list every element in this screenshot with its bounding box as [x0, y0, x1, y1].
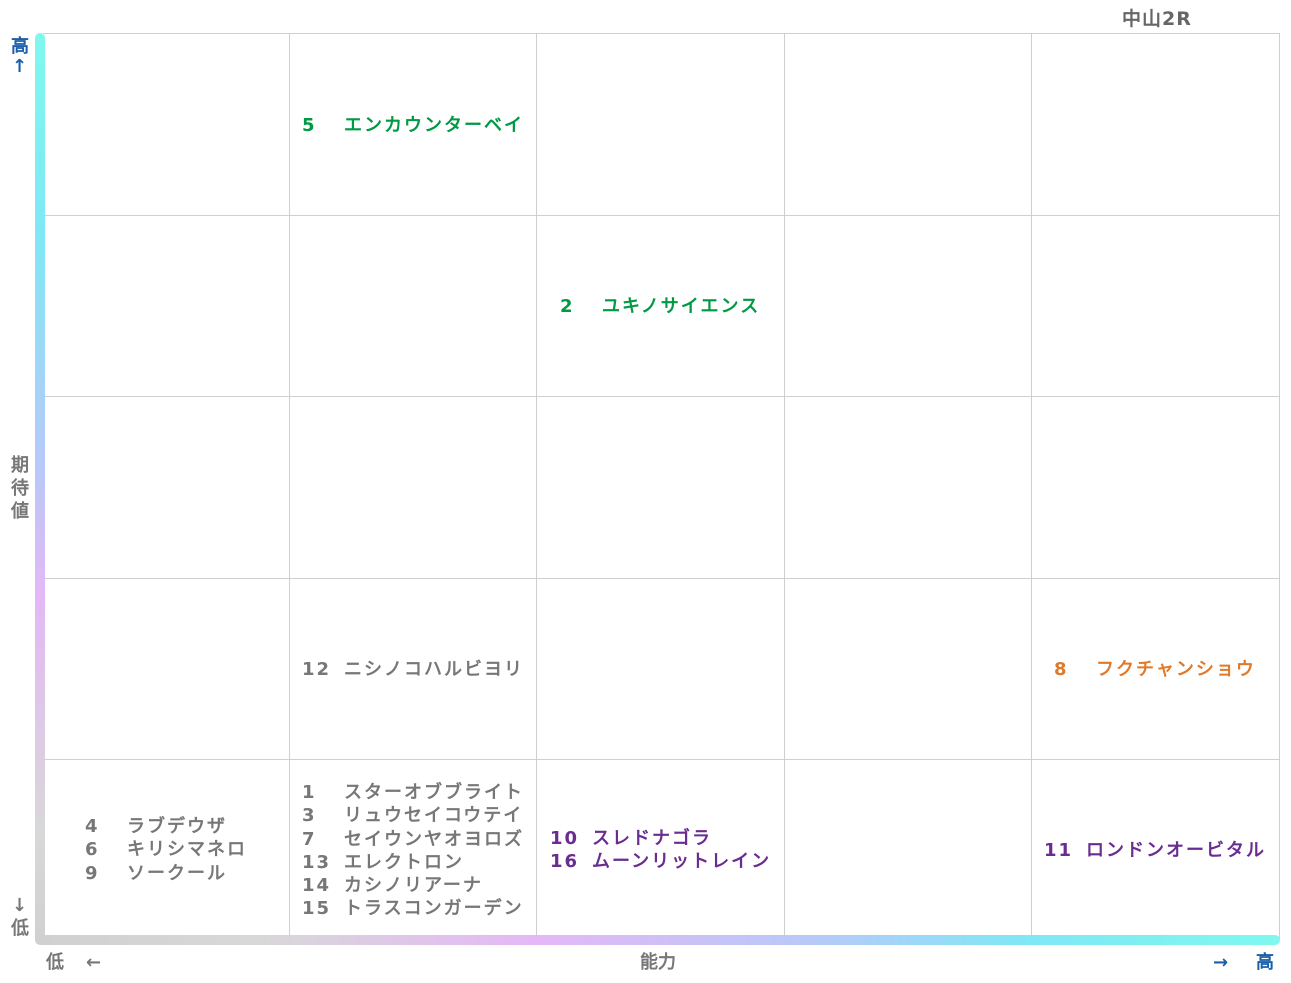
grid-line-v2: [536, 34, 537, 939]
horse-name: ロンドンオービタル: [1086, 840, 1266, 861]
horse-number: 10: [550, 828, 580, 849]
x-axis-label: 能力: [640, 952, 676, 973]
horse-name: キリシマネロ: [127, 839, 247, 861]
horse-entry: 1 スターオブブライト: [302, 781, 524, 804]
horse-entry: 11 ロンドンオービタル: [1044, 839, 1266, 862]
horse-name: トラスコンガーデン: [344, 898, 524, 920]
grid-line-h2: [43, 396, 1279, 397]
horse-number: 11: [1044, 840, 1074, 861]
race-title: 中山2R: [1122, 8, 1192, 30]
horse-entry: 9 ソークール: [85, 862, 247, 885]
x-low-label: 低: [46, 952, 64, 973]
horse-name: リュウセイコウテイ: [344, 805, 524, 827]
horse-name: ユキノサイエンス: [602, 296, 761, 317]
horse-number: 16: [550, 851, 580, 873]
x-axis-bar: [35, 935, 1280, 945]
cell-r2-c2: 12 ニシノコハルビヨリ: [302, 658, 524, 681]
y-axis-bar: [35, 33, 45, 944]
horse-name: スターオブブライト: [344, 782, 524, 803]
horse-number: 1: [302, 782, 317, 803]
horse-name: ラブデウザ: [127, 816, 227, 837]
horse-number: 5: [302, 115, 317, 136]
horse-name: カシノリアーナ: [344, 875, 483, 897]
grid-line-h4: [43, 759, 1279, 760]
y-axis-label: 期待値: [11, 455, 29, 522]
grid-line-h3: [43, 578, 1279, 579]
horse-entry: 7 セイウンヤオヨロズ: [302, 828, 524, 851]
cell-r1-c3: 10 スレドナゴラ 16 ムーンリットレイン: [550, 827, 771, 874]
horse-entry: 16 ムーンリットレイン: [550, 850, 771, 873]
horse-name: ニシノコハルビヨリ: [344, 659, 524, 680]
horse-number: 7: [302, 828, 317, 850]
horse-entry: 14 カシノリアーナ: [302, 874, 524, 897]
horse-entry: 15 トラスコンガーデン: [302, 897, 524, 920]
grid-line-v4: [1031, 34, 1032, 939]
left-arrow-icon: ←: [86, 952, 102, 973]
up-arrow-icon: ↑: [12, 56, 28, 77]
horse-entry: 6 キリシマネロ: [85, 838, 247, 861]
horse-entry: 2 ユキノサイエンス: [560, 295, 760, 318]
horse-name: エンカウンターベイ: [344, 115, 524, 136]
horse-entry: 5 エンカウンターベイ: [302, 114, 524, 137]
horse-entry: 4 ラブデウザ: [85, 815, 247, 838]
horse-name: フクチャンショウ: [1096, 659, 1256, 680]
grid-line-v3: [784, 34, 785, 939]
matrix-grid: [43, 33, 1280, 939]
right-arrow-icon: →: [1213, 952, 1229, 973]
horse-name: ムーンリットレイン: [592, 851, 772, 873]
grid-line-h1: [43, 215, 1279, 216]
y-high-label: 高: [11, 36, 29, 57]
horse-number: 12: [302, 659, 332, 680]
horse-name: スレドナゴラ: [592, 828, 712, 849]
horse-name: エレクトロン: [344, 851, 464, 873]
cell-r2-c5: 8 フクチャンショウ: [1054, 658, 1256, 681]
horse-entry: 13 エレクトロン: [302, 851, 524, 874]
horse-number: 4: [85, 816, 100, 837]
horse-entry: 3 リュウセイコウテイ: [302, 804, 524, 827]
horse-number: 14: [302, 875, 332, 897]
x-high-label: 高: [1256, 952, 1274, 973]
horse-entry: 10 スレドナゴラ: [550, 827, 771, 850]
horse-number: 2: [560, 296, 575, 317]
grid-line-v1: [289, 34, 290, 939]
cell-r1-c5: 11 ロンドンオービタル: [1044, 839, 1266, 862]
horse-name: セイウンヤオヨロズ: [344, 828, 524, 850]
cell-r5-c2: 5 エンカウンターベイ: [302, 114, 524, 137]
cell-r1-c1: 4 ラブデウザ 6 キリシマネロ 9 ソークール: [85, 815, 247, 885]
horse-number: 8: [1054, 659, 1069, 680]
cell-r1-c2: 1 スターオブブライト 3 リュウセイコウテイ 7 セイウンヤオヨロズ 13 エレクトロン 14…: [302, 781, 524, 921]
horse-entry: 12 ニシノコハルビヨリ: [302, 658, 524, 681]
horse-name: ソークール: [127, 862, 227, 884]
down-arrow-icon: ↓: [12, 895, 28, 916]
horse-number: 15: [302, 898, 332, 920]
horse-entry: 8 フクチャンショウ: [1054, 658, 1256, 681]
horse-number: 6: [85, 839, 100, 861]
y-low-label: 低: [11, 918, 29, 939]
horse-number: 3: [302, 805, 317, 827]
horse-number: 9: [85, 862, 100, 884]
horse-number: 13: [302, 851, 332, 873]
cell-r4-c3: 2 ユキノサイエンス: [560, 295, 760, 318]
